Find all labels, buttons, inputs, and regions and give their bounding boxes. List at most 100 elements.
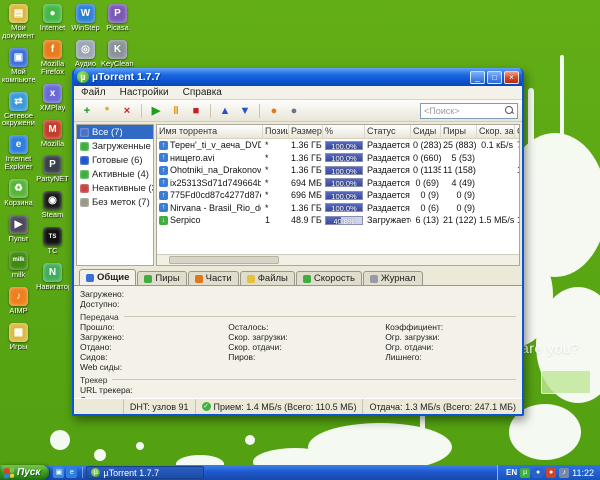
desktop-icon[interactable]: milkmilk xyxy=(2,251,35,279)
desktop-icon[interactable]: TSТС xyxy=(36,227,69,255)
language-indicator[interactable]: EN xyxy=(506,468,517,477)
desktop-icon[interactable]: ▤Мои документы xyxy=(2,4,35,40)
peers-cell: 0 (9) xyxy=(441,190,477,200)
torrent-name-cell: ↑Nirvana - Brasil_Rio_de_Janeiro_... xyxy=(157,203,263,213)
start-button[interactable]: ▶ xyxy=(147,102,165,120)
column-header[interactable]: Статус xyxy=(365,125,411,138)
transfer-grid: Прошло:Осталось:Коэффициент:Загружено:Ск… xyxy=(80,322,516,372)
torrent-row[interactable]: ↑775Fd0cd87c4277d87eeac46d5a1039S...*696… xyxy=(157,189,519,202)
antivirus-tray-icon[interactable]: ● xyxy=(546,468,556,478)
desktop-icon-label: Пульт xyxy=(8,235,28,243)
app-icon: M xyxy=(43,120,62,139)
desktop-icon[interactable]: MMozilla xyxy=(36,120,69,148)
tab-пиры[interactable]: Пиры xyxy=(137,271,186,285)
start-button-label: Пуск xyxy=(17,467,40,478)
transfer-field-label: Огр. загрузки: xyxy=(385,332,516,342)
horizontal-scrollbar[interactable] xyxy=(157,254,519,265)
close-button[interactable]: × xyxy=(504,71,519,84)
pause-button[interactable]: ‖ xyxy=(167,102,185,120)
preferences-button[interactable]: ● xyxy=(285,102,303,120)
torrent-list-header: Имя торрентаПозицияРазмер%СтатусСидыПиры… xyxy=(157,125,519,139)
desktop-icon[interactable]: ◉Steam xyxy=(36,191,69,219)
column-header[interactable]: Скор. отд... xyxy=(515,125,520,138)
desktop-icon[interactable]: ⇄Сетевое окружение xyxy=(2,92,35,128)
progress-bar: 40.8% xyxy=(325,216,363,225)
clock[interactable]: 11:22 xyxy=(572,468,594,478)
browser-quicklaunch-icon[interactable]: e xyxy=(66,467,77,478)
column-header[interactable]: Размер xyxy=(289,125,323,138)
torrent-list-body: ↑Терен'_ti_v_аеча_DVDRip_[Mle.r...*1.36 … xyxy=(157,139,519,254)
torrent-row[interactable]: ↑нищего.avi*1.36 ГБ100.0%Раздается0 (660… xyxy=(157,152,519,165)
column-header[interactable]: Сиды xyxy=(411,125,441,138)
start-button[interactable]: Пуск xyxy=(0,465,49,480)
desktop-icon[interactable]: PPicasa xyxy=(101,4,134,32)
tab-общие[interactable]: Общие xyxy=(79,269,136,285)
move-down-button[interactable]: ▼ xyxy=(236,102,254,120)
sidebar-category[interactable]: Загруженные (1) xyxy=(77,139,153,153)
utorrent-task-button[interactable]: µ µTorrent 1.7.7 xyxy=(86,466,204,479)
toolbar-separator xyxy=(210,104,211,118)
remove-button[interactable]: × xyxy=(118,102,136,120)
tracker-field-label: URL трекера: xyxy=(80,385,228,395)
sidebar-category[interactable]: Все (7) xyxy=(77,125,153,139)
tab-журнал[interactable]: Журнал xyxy=(363,271,423,285)
position-cell: 1 xyxy=(263,215,289,225)
torrent-row[interactable]: ↑ix25313Sd71d749664b95a1d395...*694 МБ10… xyxy=(157,177,519,190)
titlebar[interactable]: µ µTorrent 1.7.7 _ □ × xyxy=(74,68,522,86)
torrent-name-cell: ↑775Fd0cd87c4277d87eeac46d5a1039S... xyxy=(157,190,263,200)
desktop-icon[interactable]: ▣Мой компьютер xyxy=(2,48,35,84)
column-header[interactable]: Скор. заг... xyxy=(477,125,515,138)
desktop-icon[interactable]: WWinStep xyxy=(69,4,102,32)
menu-item[interactable]: Файл xyxy=(74,86,113,99)
search-icon[interactable] xyxy=(505,106,514,115)
add-torrent-button[interactable]: + xyxy=(78,102,96,120)
torrent-name-cell: ↓Serpico xyxy=(157,215,263,225)
minimize-button[interactable]: _ xyxy=(470,71,485,84)
column-header[interactable]: Пиры xyxy=(441,125,477,138)
desktop-icon[interactable]: ▦Игры xyxy=(2,323,35,351)
stop-button[interactable]: ■ xyxy=(187,102,205,120)
tab-скорость[interactable]: Скорость xyxy=(296,271,362,285)
torrent-row[interactable]: ↑Nirvana - Brasil_Rio_de_Janeiro_...*1.3… xyxy=(157,202,519,215)
desktop-icon[interactable]: xXMPlay xyxy=(36,84,69,112)
sidebar-category[interactable]: Активные (4) xyxy=(77,167,153,181)
move-up-button[interactable]: ▲ xyxy=(216,102,234,120)
maximize-button[interactable]: □ xyxy=(487,71,502,84)
menu-item[interactable]: Настройки xyxy=(113,86,176,99)
sidebar-category[interactable]: Неактивные (3) xyxy=(77,181,153,195)
scrollbar-thumb[interactable] xyxy=(169,256,279,264)
create-torrent-button[interactable]: * xyxy=(98,102,116,120)
desktop-icon[interactable]: NНавигатор xyxy=(36,263,69,291)
desktop-icon[interactable]: ♪AIMP xyxy=(2,287,35,315)
desktop-icon[interactable]: eInternet Explorer xyxy=(2,135,35,171)
utorrent-tray-icon[interactable]: µ xyxy=(520,468,530,478)
tracker-group-header: Трекер xyxy=(80,374,516,385)
tab-части[interactable]: Части xyxy=(188,271,239,285)
sidebar-category[interactable]: Без меток (7) xyxy=(77,195,153,209)
messenger-tray-icon[interactable]: ● xyxy=(533,468,543,478)
volume-tray-icon[interactable]: ♪ xyxy=(559,468,569,478)
desktop-icon[interactable]: ▶Пульт xyxy=(2,215,35,243)
sidebar-category[interactable]: Готовые (6) xyxy=(77,153,153,167)
transfer-group-header: Передача xyxy=(80,311,516,322)
show-desktop-icon[interactable]: ▣ xyxy=(53,467,64,478)
torrent-row[interactable]: ↑Терен'_ti_v_аеча_DVDRip_[Mle.r...*1.36 … xyxy=(157,139,519,152)
desktop-icon[interactable]: KKeyCleaner xyxy=(101,40,134,68)
tab-файлы[interactable]: Файлы xyxy=(240,271,295,285)
desktop-icon[interactable]: ♻Корзина xyxy=(2,179,35,207)
desktop-icon[interactable]: PPartyNET xyxy=(36,155,69,183)
torrent-row[interactable]: ↑Ohotniki_na_Drakonov_[Mle.ru].avi*1.36 … xyxy=(157,164,519,177)
column-header[interactable]: Имя торрента xyxy=(157,125,263,138)
torrent-row[interactable]: ↓Serpico148.9 ГБ40.8%Загружается6 (13)21… xyxy=(157,214,519,227)
search-input[interactable]: <Поиск> xyxy=(420,103,518,119)
desktop-icon[interactable]: ●Internet xyxy=(36,4,69,32)
download-speed-cell: 1.5 МБ/s xyxy=(477,215,515,225)
desktop-icon[interactable]: ◎Аудио xyxy=(69,40,102,68)
column-header[interactable]: Позиция xyxy=(263,125,289,138)
status-cell: Раздается xyxy=(365,203,411,213)
column-header[interactable]: % xyxy=(323,125,365,138)
app-icon: e xyxy=(9,135,28,154)
menu-item[interactable]: Справка xyxy=(176,86,229,99)
rss-button[interactable]: ● xyxy=(265,102,283,120)
desktop-icon[interactable]: fMozilla Firefox xyxy=(36,40,69,76)
